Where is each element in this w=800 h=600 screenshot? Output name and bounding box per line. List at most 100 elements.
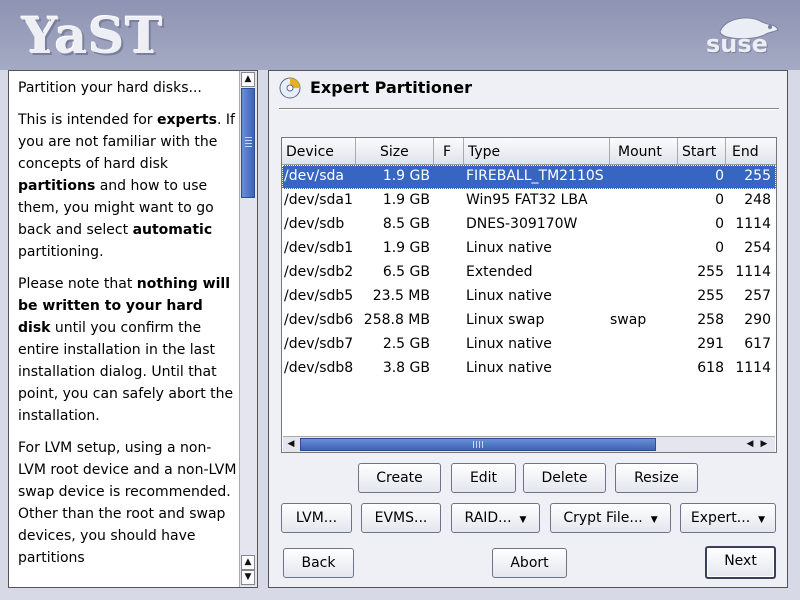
column-header-size[interactable]: Size: [356, 138, 434, 165]
raid-dropdown-button[interactable]: RAID... ▼: [451, 503, 540, 533]
crypt-file-button-label: Crypt File...: [563, 510, 643, 526]
table-row[interactable]: /dev/sdb 8.5 GB DNES-309170W 0 1114: [282, 213, 776, 237]
resize-button[interactable]: Resize: [615, 463, 698, 493]
help-scroll-thumb[interactable]: [241, 88, 255, 198]
cell-device: /dev/sda: [284, 168, 344, 184]
table-row[interactable]: /dev/sdb1 1.9 GB Linux native 0 254: [282, 237, 776, 261]
scroll-down-arrow-icon[interactable]: ▼: [241, 570, 255, 585]
back-button[interactable]: Back: [283, 548, 354, 578]
table-row[interactable]: /dev/sdb8 3.8 GB Linux native 618 1114: [282, 357, 776, 381]
column-header-end[interactable]: End: [726, 138, 776, 165]
resize-button-label: Resize: [634, 470, 679, 486]
column-header-f[interactable]: F: [434, 138, 464, 165]
cell-end: 617: [744, 336, 771, 352]
scroll-up-arrow-icon[interactable]: ▲: [241, 555, 255, 570]
table-header: Device Size F Type Mount Start End: [282, 138, 776, 165]
back-button-label: Back: [301, 555, 336, 571]
cell-device: /dev/sdb7: [284, 336, 354, 352]
table-row[interactable]: /dev/sdb5 23.5 MB Linux native 255 257: [282, 285, 776, 309]
help-scrollbar[interactable]: ▲ ▲ ▼: [239, 71, 257, 587]
cell-size: 2.5 GB: [382, 336, 430, 352]
raid-button-label: RAID...: [464, 510, 512, 526]
cell-device: /dev/sdb5: [284, 288, 354, 304]
table-row[interactable]: /dev/sdb2 6.5 GB Extended 255 1114: [282, 261, 776, 285]
abort-button[interactable]: Abort: [492, 548, 567, 578]
help-emphasis: partitions: [18, 178, 96, 194]
cell-device: /dev/sdb8: [284, 360, 354, 376]
cell-size: 23.5 MB: [372, 288, 430, 304]
help-text-run: until you confirm the entire installatio…: [18, 320, 234, 424]
cell-start: 255: [697, 288, 724, 304]
column-header-start[interactable]: Start: [678, 138, 726, 165]
suse-logo-text: suse: [706, 30, 768, 58]
help-paragraph: Please note that nothing will be written…: [18, 273, 238, 427]
cell-type: Linux native: [466, 336, 552, 352]
table-row[interactable]: /dev/sdb7 2.5 GB Linux native 291 617: [282, 333, 776, 357]
edit-button[interactable]: Edit: [451, 463, 516, 493]
cell-type: Win95 FAT32 LBA: [466, 192, 588, 208]
help-text: Partition your hard disks... This is inte…: [18, 77, 238, 579]
table-scroll-thumb[interactable]: [300, 438, 656, 451]
partitioner-disk-icon: [279, 77, 301, 99]
abort-button-label: Abort: [510, 555, 549, 571]
cell-start: 291: [697, 336, 724, 352]
partition-table[interactable]: Device Size F Type Mount Start End /dev/…: [281, 137, 777, 453]
cell-end: 1114: [735, 216, 771, 232]
cell-end: 1114: [735, 264, 771, 280]
delete-button[interactable]: Delete: [523, 463, 606, 493]
cell-size: 1.9 GB: [382, 240, 430, 256]
table-horizontal-scrollbar[interactable]: ◀ ◀ ▶: [283, 436, 775, 452]
scroll-left-arrow-icon[interactable]: ◀: [743, 438, 757, 451]
evms-button-label: EVMS...: [374, 510, 428, 526]
cell-size: 1.9 GB: [382, 168, 430, 184]
next-button[interactable]: Next: [705, 546, 776, 579]
scroll-right-arrow-icon[interactable]: ▶: [757, 438, 771, 451]
help-paragraph: This is intended for experts. If you are…: [18, 109, 238, 263]
cell-end: 255: [744, 168, 771, 184]
edit-button-label: Edit: [469, 470, 498, 486]
delete-button-label: Delete: [541, 470, 588, 486]
lvm-button[interactable]: LVM...: [281, 503, 352, 533]
cell-size: 6.5 GB: [382, 264, 430, 280]
cell-end: 290: [744, 312, 771, 328]
column-header-type[interactable]: Type: [464, 138, 610, 165]
cell-start: 618: [697, 360, 724, 376]
table-row[interactable]: /dev/sda 1.9 GB FIREBALL_TM2110S 0 255: [282, 165, 776, 189]
cell-start: 0: [715, 216, 724, 232]
crypt-file-dropdown-button[interactable]: Crypt File... ▼: [550, 503, 671, 533]
cell-size: 3.8 GB: [382, 360, 430, 376]
cell-start: 0: [715, 192, 724, 208]
help-text-run: Partition your hard disks...: [18, 80, 202, 96]
column-header-mount[interactable]: Mount: [610, 138, 678, 165]
create-button-label: Create: [376, 470, 423, 486]
create-button[interactable]: Create: [358, 463, 441, 493]
cell-device: /dev/sdb: [284, 216, 345, 232]
table-row[interactable]: /dev/sdb6 258.8 MB Linux swap swap 258 290: [282, 309, 776, 333]
dropdown-arrow-icon: ▼: [650, 515, 658, 525]
scroll-left-arrow-icon[interactable]: ◀: [284, 438, 298, 451]
expert-dropdown-button[interactable]: Expert... ▼: [680, 503, 776, 533]
cell-device: /dev/sda1: [284, 192, 353, 208]
scroll-up-arrow-icon[interactable]: ▲: [241, 72, 255, 87]
cell-start: 258: [697, 312, 724, 328]
help-paragraph: For LVM setup, using a non-LVM root devi…: [18, 437, 238, 569]
dropdown-arrow-icon: ▼: [519, 515, 527, 525]
help-text-run: Please note that: [18, 276, 137, 292]
cell-device: /dev/sdb6: [284, 312, 354, 328]
table-row[interactable]: /dev/sda1 1.9 GB Win95 FAT32 LBA 0 248: [282, 189, 776, 213]
help-emphasis: automatic: [132, 222, 213, 238]
next-button-label: Next: [724, 553, 757, 569]
cell-type: Extended: [466, 264, 533, 280]
column-header-device[interactable]: Device: [282, 138, 356, 165]
evms-button[interactable]: EVMS...: [361, 503, 441, 533]
cell-mount: swap: [610, 312, 647, 328]
cell-size: 258.8 MB: [363, 312, 430, 328]
cell-type: Linux native: [466, 288, 552, 304]
help-paragraph: Partition your hard disks...: [18, 77, 238, 99]
cell-end: 254: [744, 240, 771, 256]
cell-type: DNES-309170W: [466, 216, 578, 232]
title-divider: [279, 108, 779, 110]
yast-logo: YaST: [22, 6, 164, 65]
cell-start: 0: [715, 168, 724, 184]
lvm-button-label: LVM...: [295, 510, 338, 526]
